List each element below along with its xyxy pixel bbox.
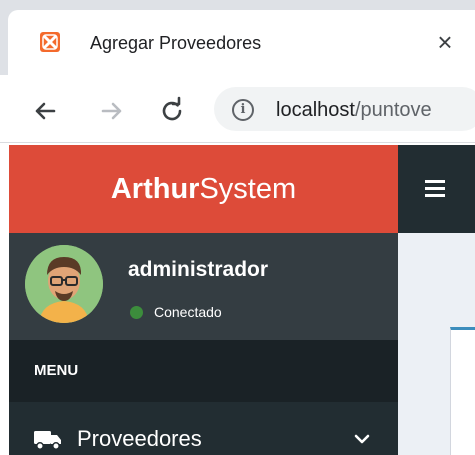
chevron-down-icon[interactable]	[352, 432, 372, 446]
url-path: /puntove	[354, 99, 432, 121]
user-status: Conectado	[154, 304, 222, 320]
brand-title-rest: System	[199, 173, 297, 205]
brand-title-bold: Arthur	[110, 173, 200, 205]
info-icon[interactable]: i	[232, 99, 254, 121]
menu-header-label: MENU	[34, 362, 79, 379]
online-status-icon	[130, 306, 143, 319]
truck-icon	[34, 431, 61, 450]
url-text[interactable]: localhost/puntove	[276, 97, 432, 123]
xampp-icon	[40, 32, 60, 52]
avatar	[25, 245, 103, 323]
forward-arrow-icon[interactable]	[97, 96, 127, 126]
tab-title: Agregar Proveedores	[90, 33, 262, 53]
sidebar-item-label: Proveedores	[77, 426, 202, 451]
reload-icon[interactable]	[157, 96, 187, 126]
url-host: localhost	[276, 99, 355, 121]
brand-title: ArthurSystem	[9, 172, 398, 206]
user-name: administrador	[128, 258, 269, 281]
sidebar-toggle-icon[interactable]	[425, 180, 445, 198]
tab-close-button[interactable]: ×	[432, 28, 458, 56]
back-arrow-icon[interactable]	[30, 96, 60, 126]
brand-logo[interactable]: ArthurSystem	[9, 145, 398, 233]
sidebar-item-proveedores[interactable]	[9, 402, 398, 455]
content-box	[450, 327, 475, 455]
